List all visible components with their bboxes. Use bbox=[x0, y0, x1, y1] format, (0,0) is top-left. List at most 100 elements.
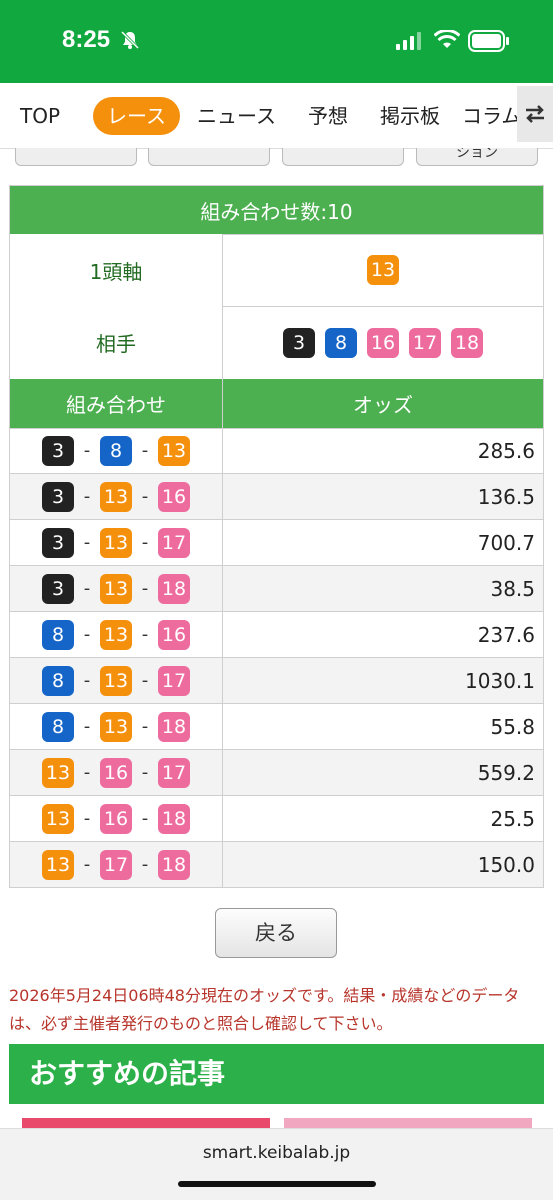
table-row: 3-13-17 700.7 bbox=[9, 520, 544, 566]
column-header-combination: 組み合わせ bbox=[9, 379, 223, 429]
horse-badge: 8 bbox=[325, 327, 357, 358]
top-navigation: TOP レース ニュース 予想 掲示板 コラム bbox=[0, 83, 553, 149]
combo-separator: - bbox=[141, 486, 149, 507]
table-row: 3-13-16 136.5 bbox=[9, 474, 544, 520]
horse-badge: 13 bbox=[100, 711, 132, 742]
horse-badge: 13 bbox=[158, 435, 190, 466]
url-text[interactable]: smart.keibalab.jp bbox=[0, 1143, 553, 1163]
combo-separator: - bbox=[141, 762, 149, 783]
odds-disclaimer: 2026年5月24日06時48分現在のオッズです。結果・成績などのデータは、必ず… bbox=[9, 986, 520, 1033]
horse-badge: 13 bbox=[100, 619, 132, 650]
horse-badge: 18 bbox=[158, 803, 190, 834]
battery-icon bbox=[468, 30, 509, 52]
odds-value: 237.6 bbox=[222, 612, 544, 658]
horse-badge: 13 bbox=[100, 527, 132, 558]
combo-separator: - bbox=[83, 762, 91, 783]
horse-badge: 17 bbox=[409, 327, 441, 358]
clock: 8:25 bbox=[62, 26, 111, 53]
horse-badge: 13 bbox=[42, 757, 74, 788]
horse-badge: 16 bbox=[367, 327, 399, 358]
combination-cell: 8-13-17 bbox=[9, 658, 223, 704]
partial-button-1[interactable] bbox=[15, 148, 137, 166]
horse-badge: 13 bbox=[367, 255, 399, 285]
horse-badge: 16 bbox=[158, 481, 190, 512]
nav-item-prediction[interactable]: 予想 bbox=[308, 97, 348, 135]
partial-button-3[interactable] bbox=[282, 148, 404, 166]
horse-badge: 13 bbox=[42, 803, 74, 834]
combo-separator: - bbox=[141, 578, 149, 599]
partner-horses-cell: 3 8 16 17 18 bbox=[222, 306, 544, 380]
table-row: 13-16-17 559.2 bbox=[9, 750, 544, 796]
horse-badge: 3 bbox=[283, 327, 315, 358]
odds-value: 285.6 bbox=[222, 428, 544, 474]
status-bar: 8:25 bbox=[0, 0, 553, 83]
nav-item-board[interactable]: 掲示板 bbox=[380, 97, 440, 135]
horse-badge: 8 bbox=[42, 619, 74, 650]
horse-badge: 8 bbox=[42, 665, 74, 696]
combo-separator: - bbox=[83, 486, 91, 507]
horse-badge: 17 bbox=[158, 527, 190, 558]
horse-badge: 17 bbox=[158, 665, 190, 696]
odds-value: 55.8 bbox=[222, 704, 544, 750]
horse-badge: 18 bbox=[158, 849, 190, 880]
horse-badge: 17 bbox=[158, 757, 190, 788]
nav-item-race[interactable]: レース bbox=[93, 97, 180, 135]
column-header-odds: オッズ bbox=[222, 379, 544, 429]
horse-badge: 3 bbox=[42, 527, 74, 558]
nav-item-news[interactable]: ニュース bbox=[197, 97, 276, 135]
horse-badge: 18 bbox=[158, 711, 190, 742]
horse-badge: 13 bbox=[100, 665, 132, 696]
swap-arrows-icon bbox=[526, 105, 544, 123]
partial-button-4[interactable]: ション bbox=[416, 148, 538, 166]
odds-value: 700.7 bbox=[222, 520, 544, 566]
table-row: 13-16-18 25.5 bbox=[9, 796, 544, 842]
table-row: 3-13-18 38.5 bbox=[9, 566, 544, 612]
axis-label: 1頭軸 bbox=[9, 234, 223, 307]
combo-separator: - bbox=[83, 440, 91, 461]
odds-value: 25.5 bbox=[222, 796, 544, 842]
table-row: 8-13-16 237.6 bbox=[9, 612, 544, 658]
horse-badge: 18 bbox=[451, 327, 483, 358]
cellular-signal-icon bbox=[396, 32, 421, 50]
bell-muted-icon bbox=[120, 30, 140, 50]
horse-badge: 3 bbox=[42, 481, 74, 512]
horse-badge: 17 bbox=[100, 849, 132, 880]
nav-item-top[interactable]: TOP bbox=[20, 97, 60, 135]
table-row: 8-13-18 55.8 bbox=[9, 704, 544, 750]
horse-badge: 13 bbox=[100, 573, 132, 604]
horse-badge: 13 bbox=[100, 481, 132, 512]
nav-switch-button[interactable] bbox=[517, 86, 553, 142]
odds-value: 38.5 bbox=[222, 566, 544, 612]
odds-value: 559.2 bbox=[222, 750, 544, 796]
browser-address-bar[interactable]: smart.keibalab.jp bbox=[0, 1128, 553, 1200]
horse-badge: 3 bbox=[42, 573, 74, 604]
combo-separator: - bbox=[83, 854, 91, 875]
horse-badge: 16 bbox=[100, 757, 132, 788]
horse-badge: 13 bbox=[42, 849, 74, 880]
horse-badge: 18 bbox=[158, 573, 190, 604]
combination-cell: 13-16-17 bbox=[9, 750, 223, 796]
combo-separator: - bbox=[141, 532, 149, 553]
combination-cell: 3-13-17 bbox=[9, 520, 223, 566]
combination-cell: 8-13-18 bbox=[9, 704, 223, 750]
combination-cell: 13-17-18 bbox=[9, 842, 223, 888]
combo-separator: - bbox=[83, 808, 91, 829]
horse-badge: 8 bbox=[42, 711, 74, 742]
partial-button-2[interactable] bbox=[148, 148, 270, 166]
table-row: 8-13-17 1030.1 bbox=[9, 658, 544, 704]
odds-value: 1030.1 bbox=[222, 658, 544, 704]
horse-badge: 16 bbox=[100, 803, 132, 834]
horse-badge: 3 bbox=[42, 435, 74, 466]
combination-count-header: 組み合わせ数:10 bbox=[9, 185, 544, 235]
combo-separator: - bbox=[83, 624, 91, 645]
combo-separator: - bbox=[83, 532, 91, 553]
back-button[interactable]: 戻る bbox=[215, 908, 337, 958]
nav-item-column[interactable]: コラム bbox=[462, 97, 521, 135]
axis-horse-cell: 13 bbox=[222, 234, 544, 307]
table-row: 3-8-13 285.6 bbox=[9, 428, 544, 474]
combo-separator: - bbox=[141, 624, 149, 645]
table-row: 13-17-18 150.0 bbox=[9, 842, 544, 888]
combo-separator: - bbox=[83, 578, 91, 599]
combo-separator: - bbox=[83, 716, 91, 737]
odds-value: 150.0 bbox=[222, 842, 544, 888]
